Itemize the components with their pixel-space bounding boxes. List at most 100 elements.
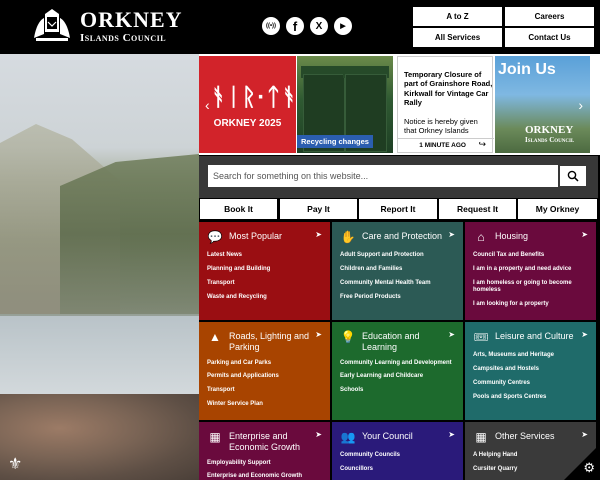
news-card[interactable]: Temporary Closure of part of Grainshore … <box>397 56 494 153</box>
tile-link[interactable]: Adult Support and Protection <box>340 252 455 259</box>
tile-expand-icon[interactable]: ➤ <box>315 330 322 339</box>
recycling-slide[interactable]: Recycling changes <box>297 56 393 153</box>
tile-expand-icon[interactable]: ➤ <box>315 230 322 239</box>
tile-title[interactable]: Leisure and Culture <box>495 331 577 342</box>
tile-leisure-and-culture[interactable]: 🎟 Leisure and Culture ➤ Arts, Museums and H… <box>465 322 596 420</box>
background-photo: ⚜ <box>0 54 199 480</box>
news-title: Temporary Closure of part of Grainshore … <box>404 70 493 108</box>
book-it-button[interactable]: Book It <box>200 199 277 219</box>
tile-most-popular[interactable]: 💬 Most Popular ➤ Latest News Planning and Bu… <box>199 222 330 320</box>
tile-link[interactable]: Parking and Car Parks <box>207 360 322 367</box>
tile-link[interactable]: Campsites and Hostels <box>473 366 588 373</box>
tile-link[interactable]: Arts, Museums and Heritage <box>473 352 588 359</box>
tile-link[interactable]: Transport <box>207 387 322 394</box>
tile-links: Community Councils Councillors <box>340 452 455 473</box>
tile-link[interactable]: A Helping Hand <box>473 452 588 459</box>
tile-link[interactable]: Employability Support <box>207 460 322 467</box>
tile-title[interactable]: Housing <box>495 231 577 242</box>
tile-link[interactable]: I am in a property and need advice <box>473 266 588 273</box>
runes-text: ᚬᛁᚱ·ᛏᚬ <box>211 84 297 111</box>
tile-care-and-protection[interactable]: ✋ Care and Protection ➤ Adult Support and P… <box>332 222 463 320</box>
tile-link[interactable]: Transport <box>207 280 322 287</box>
carousel-prev-button[interactable]: ‹ <box>205 97 210 113</box>
tile-expand-icon[interactable]: ➤ <box>448 330 455 339</box>
tile-expand-icon[interactable]: ➤ <box>448 230 455 239</box>
tile-title[interactable]: Care and Protection <box>362 231 444 242</box>
tile-link[interactable]: Waste and Recycling <box>207 294 322 301</box>
atoz-button[interactable]: A to Z <box>413 7 502 26</box>
tile-expand-icon[interactable]: ➤ <box>581 330 588 339</box>
join-us-slide[interactable]: Join Us ORKNEY Islands Council <box>495 56 590 153</box>
tile-link[interactable]: Winter Service Plan <box>207 401 322 408</box>
share-icon[interactable]: ↪ <box>478 139 486 150</box>
tile-link[interactable]: Latest News <box>207 252 322 259</box>
report-it-button[interactable]: Report It <box>359 199 437 219</box>
search-input[interactable] <box>208 165 558 187</box>
tile-links: Latest News Planning and Building Transpor… <box>207 252 322 301</box>
youtube-icon[interactable]: ▶ <box>334 17 352 35</box>
tile-links: Employability Support Enterprise and Econ… <box>207 460 322 480</box>
tile-links: Arts, Museums and Heritage Campsites and … <box>473 352 588 401</box>
tile-link[interactable]: Community Centres <box>473 380 588 387</box>
tile-link[interactable]: Cursiter Quarry <box>473 466 588 473</box>
tile-link[interactable]: Permits and Applications <box>207 373 322 380</box>
care-hands-icon: ✋ <box>340 230 356 244</box>
tile-link[interactable]: I am looking for a property <box>473 301 588 308</box>
gear-icon[interactable]: ⚙ <box>583 460 595 476</box>
tile-expand-icon[interactable]: ➤ <box>315 430 322 439</box>
news-carousel: ᚬᛁᚱ·ᛏᚬ ORKNEY 2025 ‹ Recycling changes T… <box>199 54 600 155</box>
tile-housing[interactable]: ⌂ Housing ➤ Council Tax and Benefits I am in… <box>465 222 596 320</box>
x-icon[interactable]: X <box>310 17 328 35</box>
logo-title: ORKNEY <box>80 6 183 32</box>
tile-link[interactable]: Planning and Building <box>207 266 322 273</box>
all-services-button[interactable]: All Services <box>413 28 502 47</box>
request-it-button[interactable]: Request It <box>439 199 516 219</box>
tile-link[interactable]: Councillors <box>340 466 455 473</box>
business-icon: ▦ <box>209 430 221 444</box>
crest-watermark-icon: ⚜ <box>8 456 23 473</box>
pay-it-button[interactable]: Pay It <box>280 199 357 219</box>
search-button[interactable] <box>559 165 587 187</box>
tile-title[interactable]: Education and Learning <box>362 331 444 353</box>
tile-education-and-learning[interactable]: 💡 Education and Learning ➤ Community Learni… <box>332 322 463 420</box>
quick-links: Book It Pay It Report It Request It My O… <box>199 198 600 221</box>
tile-title[interactable]: Roads, Lighting and Parking <box>229 331 311 353</box>
tile-link[interactable]: Children and Families <box>340 266 455 273</box>
people-icon: 👥 <box>340 430 356 444</box>
tile-link[interactable]: Pools and Sports Centres <box>473 394 588 401</box>
my-orkney-button[interactable]: My Orkney <box>518 199 597 219</box>
tile-title[interactable]: Other Services <box>495 431 577 442</box>
tile-link[interactable]: Early Learning and Childcare <box>340 373 455 380</box>
tile-expand-icon[interactable]: ➤ <box>448 430 455 439</box>
tile-link[interactable]: Free Period Products <box>340 294 455 301</box>
tile-expand-icon[interactable]: ➤ <box>581 430 588 439</box>
tile-links: Community Learning and Development Early … <box>340 360 455 395</box>
chat-bubble-icon: 💬 <box>207 230 223 244</box>
news-body: Notice is hereby given that Orkney Islan… <box>404 117 478 136</box>
tile-link[interactable]: Community Mental Health Team <box>340 280 455 287</box>
tile-link[interactable]: Council Tax and Benefits <box>473 252 588 259</box>
orkney-2025-slide[interactable]: ᚬᛁᚱ·ᛏᚬ ORKNEY 2025 <box>199 56 296 153</box>
tile-title[interactable]: Enterprise and Economic Growth <box>229 431 311 453</box>
tile-link[interactable]: Community Councils <box>340 452 455 459</box>
grid-icon: ▦ <box>475 430 487 444</box>
tile-link[interactable]: Schools <box>340 387 455 394</box>
council-logo[interactable]: ORKNEY Islands Council <box>30 8 183 44</box>
carousel-next-button[interactable]: › <box>578 97 583 113</box>
tile-title[interactable]: Your Council <box>362 431 444 442</box>
tile-link[interactable]: I am homeless or going to become homeles… <box>473 280 588 294</box>
facebook-icon[interactable]: f <box>286 17 304 35</box>
tile-link[interactable]: Community Learning and Development <box>340 360 455 367</box>
tile-title[interactable]: Most Popular <box>229 231 311 242</box>
careers-button[interactable]: Careers <box>505 7 594 26</box>
head-lightbulb-icon: 💡 <box>340 330 356 344</box>
tile-enterprise-and-economic-growth[interactable]: ▦ Enterprise and Economic Growth ➤ Employab… <box>199 422 330 480</box>
tile-roads-lighting-and-parking[interactable]: ▲ Roads, Lighting and Parking ➤ Parking and… <box>199 322 330 420</box>
ticket-icon: 🎟 <box>473 330 489 344</box>
tile-expand-icon[interactable]: ➤ <box>581 230 588 239</box>
tile-your-council[interactable]: 👥 Your Council ➤ Community Councils Councill… <box>332 422 463 480</box>
tile-link[interactable]: Enterprise and Economic Growth <box>207 473 322 480</box>
contact-us-button[interactable]: Contact Us <box>505 28 594 47</box>
podcast-icon[interactable]: ((•)) <box>262 17 280 35</box>
tile-links: Council Tax and Benefits I am in a proper… <box>473 252 588 307</box>
